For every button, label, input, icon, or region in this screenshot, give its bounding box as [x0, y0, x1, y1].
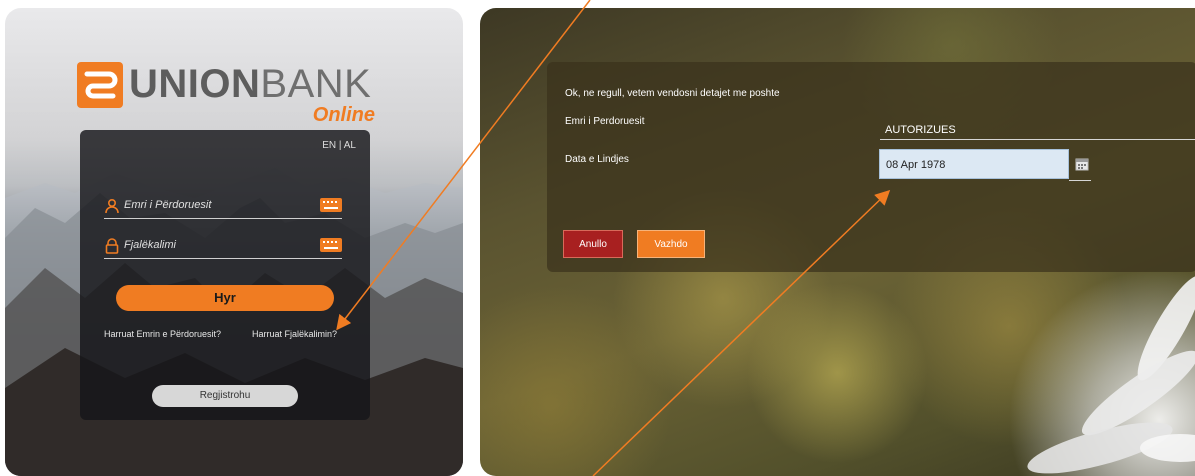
cancel-button[interactable]: Anullo — [563, 230, 623, 258]
language-switcher: EN | AL — [322, 140, 356, 151]
recovery-form: Ok, ne regull, vetem vendosni detajet me… — [547, 62, 1195, 272]
union-bank-logo-icon — [77, 62, 123, 108]
login-button[interactable]: Hyr — [116, 285, 334, 311]
dob-input[interactable]: 08 Apr 1978 — [879, 149, 1069, 179]
login-form: EN | AL Emri i Përdoruesit Fjalëkalimi H… — [80, 130, 370, 420]
continue-button[interactable]: Vazhdo — [637, 230, 705, 258]
calendar-icon[interactable] — [1075, 157, 1089, 171]
keyboard-icon[interactable] — [320, 198, 342, 212]
username-value[interactable]: AUTORIZUES — [880, 120, 1195, 140]
lang-en-link[interactable]: EN — [322, 140, 336, 151]
password-field[interactable]: Fjalëkalimi — [104, 236, 342, 259]
brand-sub: Online — [312, 104, 375, 126]
password-placeholder: Fjalëkalimi — [124, 239, 176, 251]
brand-name: UNIONBANK — [129, 62, 372, 106]
bank-logo: UNIONBANK Online — [77, 56, 377, 128]
dob-label: Data e Lindjes — [565, 154, 629, 165]
user-icon — [105, 198, 119, 214]
dob-underline — [1069, 180, 1091, 181]
keyboard-icon[interactable] — [320, 238, 342, 252]
recovery-intro: Ok, ne regull, vetem vendosni detajet me… — [565, 88, 780, 99]
forgot-username-link[interactable]: Harruat Emrin e Përdoruesit? — [104, 329, 221, 339]
username-label: Emri i Perdoruesit — [565, 116, 645, 127]
register-button[interactable]: Regjistrohu — [152, 385, 298, 407]
lang-al-link[interactable]: AL — [344, 140, 356, 151]
lang-separator: | — [338, 140, 342, 151]
recovery-panel: Ok, ne regull, vetem vendosni detajet me… — [480, 8, 1195, 476]
login-panel: UNIONBANK Online EN | AL Emri i Përdorue… — [5, 8, 463, 476]
forgot-password-link[interactable]: Harruat Fjalëkalimin? — [252, 329, 337, 339]
lock-icon — [105, 238, 119, 254]
username-placeholder: Emri i Përdoruesit — [124, 199, 212, 211]
username-field[interactable]: Emri i Përdoruesit — [104, 196, 342, 219]
